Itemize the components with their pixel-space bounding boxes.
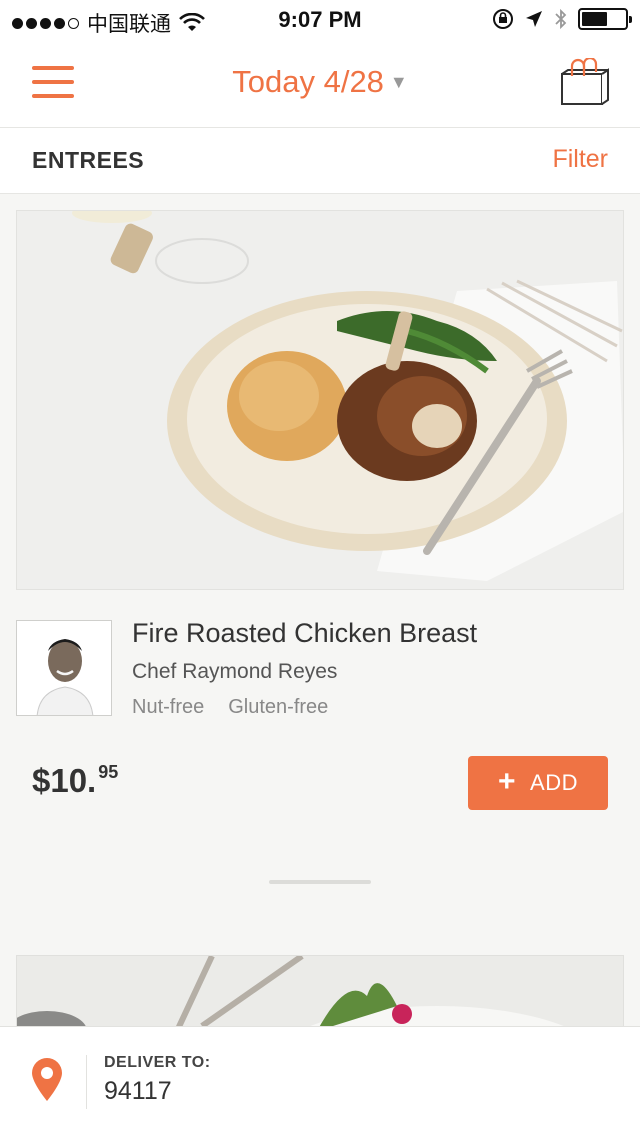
category-bar: ENTREES Filter bbox=[0, 128, 640, 194]
chef-portrait bbox=[17, 621, 111, 715]
date-selector[interactable]: Today 4/28 ▼ bbox=[0, 64, 640, 100]
location-pin-icon[interactable] bbox=[30, 1057, 64, 1101]
price-dollars: $10. bbox=[32, 762, 97, 799]
dish-name[interactable]: Fire Roasted Chicken Breast bbox=[132, 618, 477, 649]
chevron-down-icon: ▼ bbox=[389, 72, 408, 92]
add-to-cart-button[interactable]: + ADD bbox=[468, 756, 608, 810]
dish-photo-illustration bbox=[17, 211, 623, 589]
chef-name[interactable]: Chef Raymond Reyes bbox=[132, 660, 337, 684]
battery-level bbox=[582, 12, 608, 26]
orientation-lock-icon bbox=[493, 9, 513, 29]
chef-avatar[interactable] bbox=[16, 620, 112, 716]
location-arrow-icon bbox=[526, 11, 542, 27]
tag-gluten-free: Gluten-free bbox=[228, 696, 329, 718]
date-label: Today 4/28 bbox=[232, 64, 384, 99]
category-title: ENTREES bbox=[32, 147, 145, 173]
dish-photo[interactable] bbox=[16, 210, 624, 590]
top-navigation-bar: Today 4/28 ▼ bbox=[0, 40, 640, 128]
delivery-zip-code[interactable]: 94117 bbox=[104, 1077, 172, 1106]
status-bar: 中国联通 9:07 PM bbox=[0, 0, 640, 40]
footer-divider bbox=[86, 1055, 87, 1109]
price: $10. 95 bbox=[32, 762, 118, 800]
filter-button[interactable]: Filter bbox=[552, 145, 608, 174]
dietary-tags: Nut-free Gluten-free bbox=[132, 696, 328, 719]
battery-icon bbox=[578, 8, 632, 30]
status-bar-right bbox=[492, 8, 632, 30]
card-divider bbox=[269, 880, 371, 884]
delivery-footer: DELIVER TO: 94117 bbox=[0, 1026, 640, 1136]
shopping-bag-icon[interactable] bbox=[558, 58, 610, 108]
add-button-label: ADD bbox=[530, 770, 578, 795]
app-screen: 中国联通 9:07 PM Today 4/28 ▼ ENTREES Filter… bbox=[0, 0, 640, 1136]
bluetooth-icon bbox=[555, 8, 567, 30]
plus-icon: + bbox=[498, 764, 517, 798]
deliver-to-label: DELIVER TO: bbox=[104, 1054, 211, 1071]
price-cents: 95 bbox=[98, 762, 119, 782]
tag-nut-free: Nut-free bbox=[132, 696, 205, 718]
